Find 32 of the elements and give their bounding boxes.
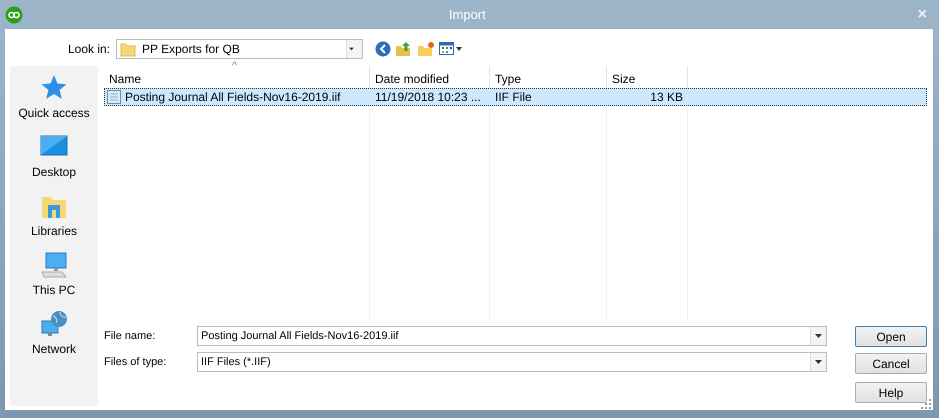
file-icon: [106, 89, 122, 105]
up-folder-icon[interactable]: [395, 41, 413, 57]
back-icon[interactable]: [375, 41, 391, 57]
file-row[interactable]: Posting Journal All Fields-Nov16-2019.iif 11/19/2018 10:23 ... IIF File 13 KB: [104, 88, 927, 106]
new-folder-icon[interactable]: [417, 41, 435, 57]
table-cell: 13 KB: [650, 90, 683, 104]
look-in-label: Look in:: [66, 42, 110, 56]
sidebar-item[interactable]: Desktop: [32, 133, 76, 192]
file-type-label: Files of type:: [104, 356, 168, 368]
dialog-button[interactable]: Help: [855, 382, 927, 403]
file-name-label: File name:: [104, 330, 156, 342]
sidebar-item[interactable]: This PC: [32, 251, 76, 310]
sidebar-item[interactable]: Quick access: [18, 74, 90, 133]
table-cell: IIF File: [495, 90, 532, 104]
file-type-dropdown[interactable]: IIF Files (*.IIF): [197, 352, 827, 372]
resize-grip-icon: [921, 399, 931, 409]
sidebar-item[interactable]: Network: [32, 310, 76, 369]
look-in-dropdown[interactable]: PP Exports for QB: [116, 39, 363, 59]
table-cell: Posting Journal All Fields-Nov16-2019.iif: [125, 90, 340, 104]
view-menu-icon[interactable]: [439, 41, 463, 57]
dialog-button[interactable]: Cancel: [855, 353, 927, 374]
file-name-field[interactable]: Posting Journal All Fields-Nov16-2019.iif: [197, 326, 827, 346]
folder-icon: [120, 41, 136, 57]
app-logo-icon: [5, 6, 23, 24]
sidebar-item[interactable]: Libraries: [30, 192, 78, 251]
network-icon: [40, 310, 68, 338]
table-cell: 11/19/2018 10:23 ...: [375, 90, 481, 104]
star-icon: [40, 74, 68, 102]
computer-icon: [40, 251, 68, 279]
sort-indicator: ^: [232, 60, 238, 72]
window-title: Import: [448, 7, 487, 22]
dialog-button[interactable]: Open: [855, 326, 927, 347]
